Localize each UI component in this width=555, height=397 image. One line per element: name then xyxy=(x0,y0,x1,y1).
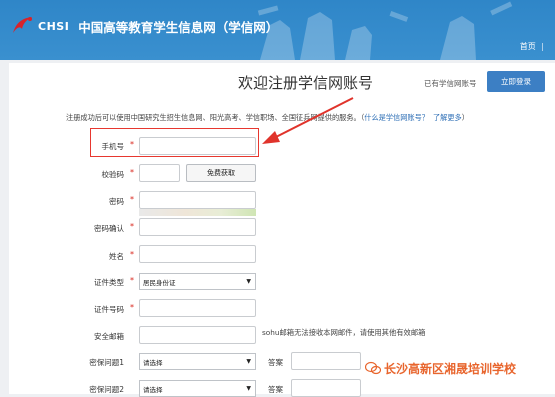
wechat-icon xyxy=(365,361,381,375)
watermark-text: 长沙高新区湘晟培训学校 xyxy=(384,362,517,376)
annotation-arrow-icon xyxy=(262,97,354,144)
